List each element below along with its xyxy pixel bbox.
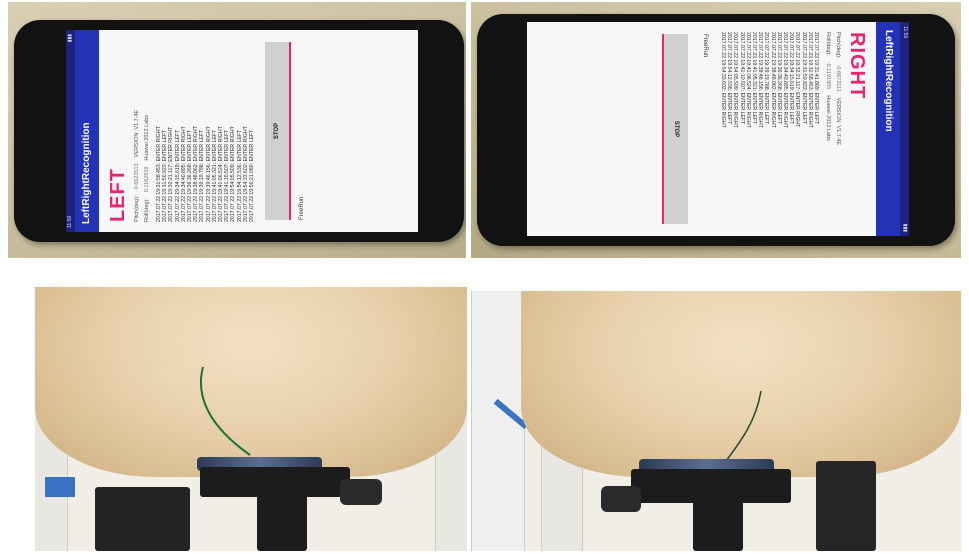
app-title: LeftRightRecognition: [75, 30, 99, 232]
photo-headform-left: [35, 287, 467, 551]
version-label: VERSION: V1.7.4E: [835, 97, 841, 146]
stop-button[interactable]: STOP: [661, 34, 688, 224]
roll-row: Roll(deg): -0.1191905 Huawei 2012 Labs: [823, 22, 833, 236]
app-window: 11:59 ▮▮▮ LeftRightRecognition LEFT Pitc…: [66, 30, 418, 232]
event-log: 2017.07.22 19:31:41.869: ENTER LEFT 2017.…: [716, 22, 823, 236]
clamp-knob: [601, 486, 641, 512]
log-entry: 2017.07.22 19:31:41.869: ENTER LEFT: [813, 32, 819, 125]
status-time: 11:59: [902, 26, 908, 39]
clamp-post: [693, 501, 743, 551]
roll-label: Roll(deg):: [144, 198, 150, 222]
direction-label: LEFT: [107, 168, 129, 222]
phone-device: 11:59 ▮▮▮ LeftRightRecognition RIGHT Pit…: [477, 14, 955, 246]
log-entry: 2017.07.22 19:31:50.922: ENTER LEFT: [800, 32, 807, 125]
log-entry: 2017.07.22 19:54:05.509: ENTER RIGHT: [732, 32, 739, 128]
log-entry: 2017.07.22 19:41:05.321: ENTER LEFT: [750, 32, 757, 125]
log-entry: 2017.07.22 19:56:21.089: ENTER LEFT: [249, 129, 256, 222]
pitch-row: Pitch(deg): -0.6673111 VERSION: V1.7.4E: [833, 22, 843, 236]
log-entry: 2017.07.22 19:39:46.156: ENTER RIGHT: [757, 32, 764, 128]
phone-screen: 11:59 ▮▮▮ LeftRightRecognition LEFT Pitc…: [66, 30, 418, 232]
phone-screen: 11:59 ▮▮▮ LeftRightRecognition RIGHT Pit…: [527, 22, 909, 236]
app-title: LeftRightRecognition: [876, 22, 900, 236]
pitch-label: Pitch(deg):: [835, 32, 841, 59]
log-entry: 2017.07.22 19:34:15.619: ENTER LEFT: [788, 32, 795, 125]
black-stand: [95, 487, 190, 551]
log-entry: 2017.07.22 19:34:40.895: ENTER RIGHT: [781, 32, 788, 128]
log-entry: 2017.07.22 19:38:48.062: ENTER RIGHT: [769, 32, 776, 128]
stop-button[interactable]: STOP: [265, 42, 292, 220]
status-icons: ▮▮▮: [67, 34, 73, 43]
log-entry: 2017.07.22 19:31:58.453: ENTER RIGHT: [806, 32, 813, 128]
black-stand: [816, 461, 876, 551]
log-entry: 2017.07.22 19:32:21.117: ENTER RIGHT: [794, 32, 801, 128]
lab-label: Huawei 2012 Labs: [825, 95, 831, 141]
log-entry: 2017.07.22 19:39:19.788: ENTER LEFT: [763, 32, 770, 125]
pitch-value: 0.6623513: [134, 163, 140, 190]
clamp-post: [257, 495, 307, 551]
pitch-label: Pitch(deg):: [134, 195, 140, 222]
version-label: VERSION: V1.7.4E: [134, 110, 140, 158]
log-entry: 2017.07.22 19:41:06.524: ENTER RIGHT: [744, 32, 751, 128]
roll-value: -0.1191905: [825, 61, 831, 90]
lab-label: Huawei 2012 Labs: [144, 115, 150, 161]
status-bar: 11:59 ▮▮▮: [66, 30, 75, 232]
photo-headform-right: [471, 291, 961, 551]
roll-row: Roll(deg): 0.1162919 Huawei 2012 Labs: [142, 30, 152, 232]
roll-label: Roll(deg):: [825, 32, 831, 56]
log-entry: 2017.07.22 19:54:12.536: ENTER LEFT: [726, 32, 733, 125]
status-icons: ▮▮▮: [902, 223, 908, 232]
phone-device: 11:59 ▮▮▮ LeftRightRecognition LEFT Pitc…: [14, 20, 464, 242]
photo-phone-right: 11:59 ▮▮▮ LeftRightRecognition RIGHT Pit…: [471, 2, 961, 258]
clamp-body: [200, 467, 350, 497]
clamp-body: [631, 469, 791, 503]
pitch-row: Pitch(deg): 0.6623513 VERSION: V1.7.4E: [132, 30, 142, 232]
status-time: 11:59: [67, 215, 73, 228]
status-bar: 11:59 ▮▮▮: [900, 22, 909, 236]
freerun-label[interactable]: FreeRun: [694, 22, 716, 236]
direction-label: RIGHT: [846, 32, 868, 100]
log-entry: 2017.07.22 19:41:10.507: ENTER LEFT: [738, 32, 745, 125]
event-log: 2017.07.22 19:31:58.453: ENTER RIGHT 2017…: [152, 30, 259, 232]
log-entry: 2017.07.22 19:36:36.268: ENTER LEFT: [775, 32, 782, 125]
app-window: 11:59 ▮▮▮ LeftRightRecognition RIGHT Pit…: [527, 22, 909, 236]
freerun-label[interactable]: FreeRun: [291, 30, 313, 232]
photo-phone-left: 11:59 ▮▮▮ LeftRightRecognition LEFT Pitc…: [8, 2, 466, 258]
roll-value: 0.1162919: [144, 166, 150, 193]
pitch-value: -0.6673111: [835, 64, 841, 92]
clamp-knob: [340, 479, 382, 505]
log-entry: 2017.07.22 19:54:33.602: ENTER RIGHT: [719, 32, 726, 128]
